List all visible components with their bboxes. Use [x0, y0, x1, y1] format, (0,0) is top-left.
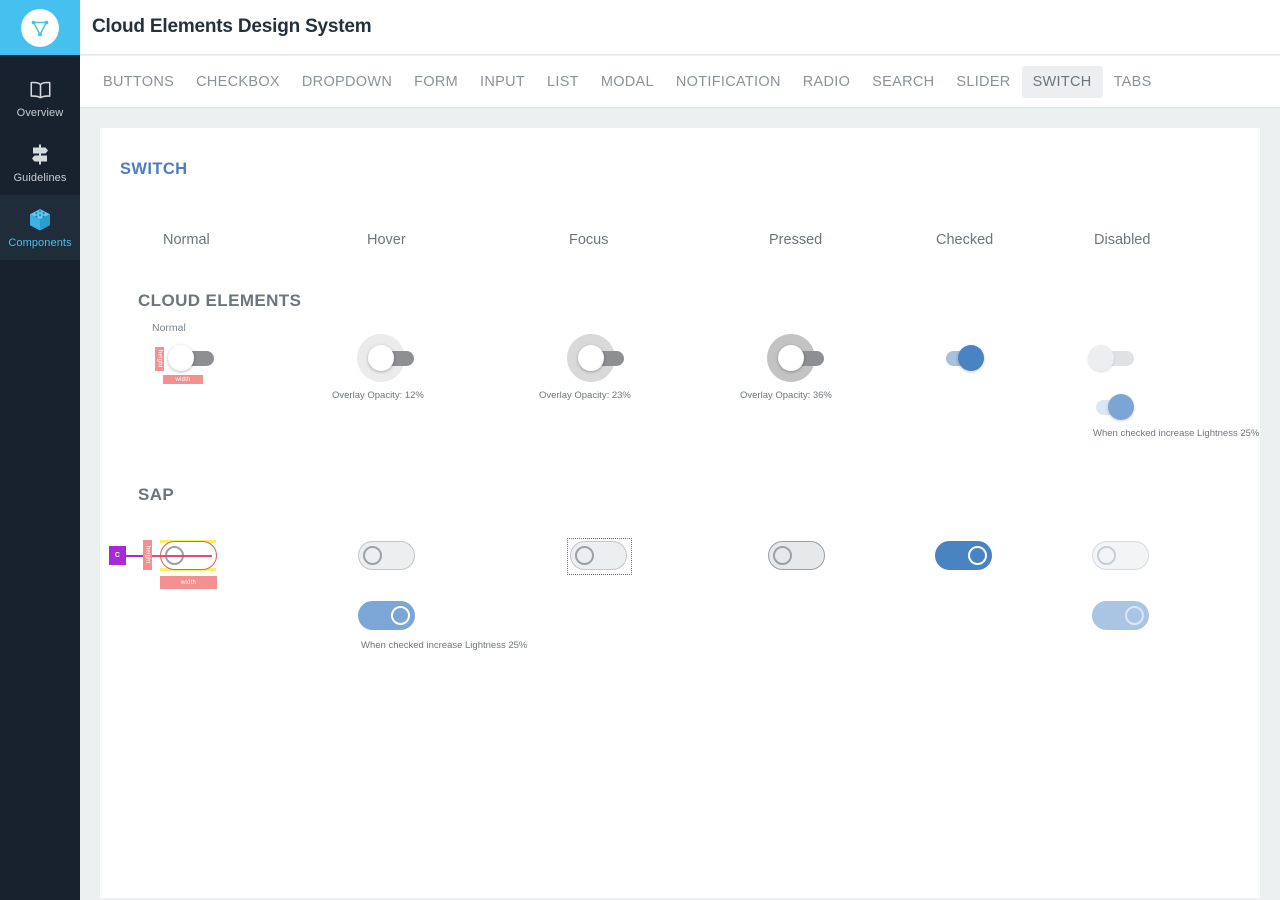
ce-switch-focus-thumb	[578, 345, 604, 371]
tab-input[interactable]: INPUT	[469, 66, 536, 98]
tab-notification[interactable]: NOTIFICATION	[665, 66, 792, 98]
tab-radio[interactable]: RADIO	[792, 66, 861, 98]
sap-switch-checked-thumb	[968, 546, 987, 565]
cloud-elements-logo-icon	[21, 8, 59, 47]
tab-switch[interactable]: SWITCH	[1021, 65, 1103, 98]
sidebar: Overview Guidelines Components	[0, 0, 80, 900]
annotation-corner-badge-sap: C	[109, 546, 126, 565]
ce-switch-normal-thumb	[168, 345, 194, 371]
state-header-hover: Hover	[367, 232, 406, 248]
ce-switch-checked[interactable]	[938, 345, 984, 371]
sidebar-item-overview[interactable]: Overview	[0, 65, 80, 130]
tab-modal[interactable]: MODAL	[590, 66, 665, 98]
sap-switch-focus-thumb	[575, 546, 594, 565]
app-root: Overview Guidelines Components Cloud Ele…	[0, 0, 1280, 900]
ce-switch-normal[interactable]	[168, 345, 214, 371]
brand-label-sap: SAP	[138, 485, 175, 504]
state-header-focus: Focus	[569, 232, 609, 248]
tab-dropdown[interactable]: DROPDOWN	[291, 66, 403, 98]
annotation-measure-line-sap	[148, 555, 212, 557]
annotation-height-sap: height	[143, 540, 152, 570]
sidebar-item-label-components: Components	[8, 236, 72, 249]
ce-switch-hover[interactable]	[357, 334, 414, 382]
header: Cloud Elements Design System	[80, 0, 1280, 55]
book-icon	[28, 77, 53, 103]
tab-checkbox[interactable]: CHECKBOX	[185, 66, 291, 98]
sap-switch-disabled-checked	[1092, 601, 1149, 630]
state-header-pressed: Pressed	[769, 232, 823, 248]
ce-switch-disabled-checked	[1088, 394, 1134, 420]
ce-switch-pressed-thumb	[778, 345, 804, 371]
ce-switch-pressed[interactable]	[767, 334, 824, 382]
sidebar-item-components[interactable]: Components	[0, 195, 80, 260]
app-logo[interactable]	[0, 0, 80, 55]
sap-switch-checked[interactable]	[935, 541, 992, 570]
state-headers: Normal Hover Focus Pressed Checked Disab…	[100, 232, 1260, 254]
sap-switch-pressed[interactable]	[768, 541, 825, 570]
ce-switch-disabled	[1088, 345, 1134, 371]
signpost-icon	[28, 142, 52, 168]
ce-caption-disabled-checked: When checked increase Lightness 25%	[1093, 428, 1260, 439]
switch-section-title: SWITCH	[120, 160, 188, 178]
sap-switch-disabled	[1092, 541, 1149, 570]
component-tabbar: BUTTONS CHECKBOX DROPDOWN FORM INPUT LIS…	[80, 56, 1280, 108]
ce-caption-focus: Overlay Opacity: 23%	[539, 390, 631, 401]
tab-buttons[interactable]: BUTTONS	[92, 66, 185, 98]
ce-switch-disabled-checked-thumb	[1108, 394, 1134, 420]
tab-tabs[interactable]: TABS	[1103, 66, 1163, 98]
sap-switch-disabled-thumb	[1097, 546, 1116, 565]
sap-switch-pressed-thumb	[773, 546, 792, 565]
ce-switch-hover-thumb	[368, 345, 394, 371]
sap-caption-hover-checked: When checked increase Lightness 25%	[361, 640, 528, 651]
sidebar-item-label-guidelines: Guidelines	[13, 171, 67, 184]
state-header-checked: Checked	[936, 232, 994, 248]
tab-slider[interactable]: SLIDER	[945, 66, 1021, 98]
sap-switch-hover-checked-thumb	[391, 606, 410, 625]
annotation-width-sap: width	[160, 576, 217, 589]
annotation-width-ce: width	[163, 375, 203, 384]
ce-caption-pressed: Overlay Opacity: 36%	[740, 390, 832, 401]
cube-icon	[27, 207, 53, 233]
ce-switch-focus[interactable]	[567, 334, 624, 382]
state-header-disabled: Disabled	[1094, 232, 1151, 248]
ce-switch-disabled-thumb	[1088, 345, 1114, 371]
sap-switch-hover-thumb	[363, 546, 382, 565]
state-header-normal: Normal	[163, 232, 210, 248]
content-area: SWITCH Normal Hover Focus Pressed Checke…	[80, 108, 1280, 900]
brand-label-cloud-elements: CLOUD ELEMENTS	[138, 291, 302, 310]
sap-switch-hover-checked[interactable]	[358, 601, 415, 630]
sap-switch-focus[interactable]	[567, 538, 632, 575]
tab-form[interactable]: FORM	[403, 66, 469, 98]
page-title: Cloud Elements Design System	[92, 16, 372, 37]
sap-switch-hover[interactable]	[358, 541, 415, 570]
ce-switch-checked-thumb	[958, 345, 984, 371]
sidebar-item-label-overview: Overview	[16, 106, 64, 119]
ce-caption-hover: Overlay Opacity: 12%	[332, 390, 424, 401]
annotation-height-ce: height	[155, 347, 164, 371]
ce-normal-sub-label: Normal	[152, 322, 186, 334]
sidebar-item-guidelines[interactable]: Guidelines	[0, 130, 80, 195]
switch-showcase-card: SWITCH Normal Hover Focus Pressed Checke…	[100, 128, 1260, 898]
tab-search[interactable]: SEARCH	[861, 66, 945, 98]
tab-list[interactable]: LIST	[536, 66, 590, 98]
sap-switch-disabled-checked-thumb	[1125, 606, 1144, 625]
